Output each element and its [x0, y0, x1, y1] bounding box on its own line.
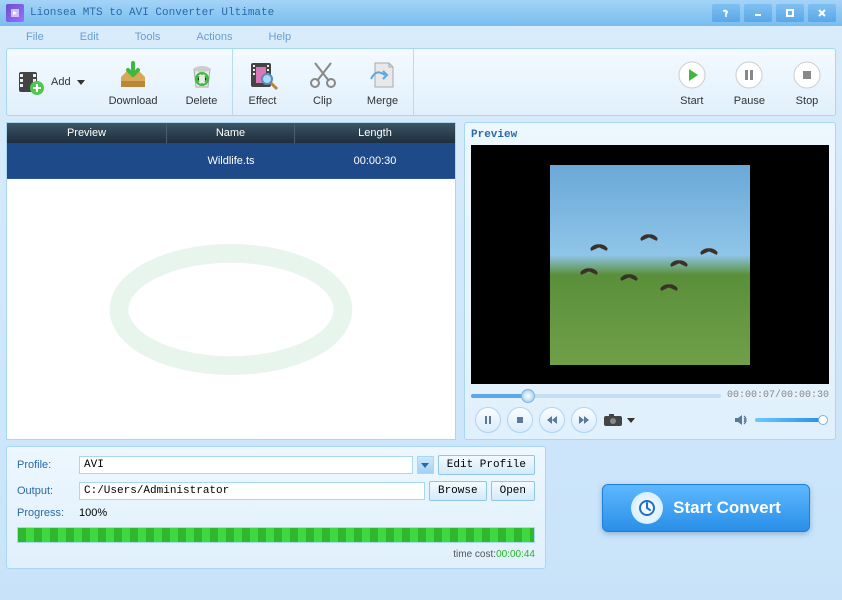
profile-label: Profile:: [17, 459, 75, 471]
list-header: Preview Name Length: [7, 123, 455, 143]
stop-button[interactable]: Stop: [779, 49, 835, 115]
convert-icon: [631, 492, 663, 524]
delete-label: Delete: [186, 95, 218, 107]
effect-label: Effect: [249, 95, 277, 107]
file-thumbnail: [7, 143, 167, 178]
profile-input[interactable]: [79, 456, 413, 474]
media-pause-button[interactable]: [475, 407, 501, 433]
add-icon: [17, 68, 45, 96]
menu-edit[interactable]: Edit: [80, 31, 99, 43]
output-label: Output:: [17, 485, 75, 497]
app-icon: [6, 4, 24, 22]
file-list: Preview Name Length Wildlife.ts 00:00:30: [6, 122, 456, 440]
play-icon: [678, 57, 706, 93]
merge-icon: [367, 57, 399, 93]
maximize-button[interactable]: [776, 4, 804, 22]
download-button[interactable]: Download: [95, 49, 172, 115]
title-bar: Lionsea MTS to AVI Converter Ultimate: [0, 0, 842, 26]
seek-slider[interactable]: [471, 394, 721, 398]
snapshot-button[interactable]: [603, 413, 635, 427]
col-name-header[interactable]: Name: [167, 123, 295, 143]
volume-icon[interactable]: [733, 412, 749, 428]
clip-label: Clip: [313, 95, 332, 107]
pause-label: Pause: [734, 95, 765, 107]
window-title: Lionsea MTS to AVI Converter Ultimate: [30, 7, 712, 19]
video-frame: [550, 165, 750, 365]
start-convert-label: Start Convert: [673, 498, 781, 518]
download-icon: [117, 57, 149, 93]
media-prev-button[interactable]: [539, 407, 565, 433]
dropdown-caret-icon: [77, 80, 85, 85]
camera-icon: [603, 413, 623, 427]
file-row[interactable]: Wildlife.ts 00:00:30: [7, 143, 455, 179]
download-label: Download: [109, 95, 158, 107]
delete-button[interactable]: Delete: [172, 49, 232, 115]
close-button[interactable]: [808, 4, 836, 22]
start-convert-button[interactable]: Start Convert: [602, 484, 810, 532]
minimize-button[interactable]: [744, 4, 772, 22]
effect-icon: [247, 57, 279, 93]
file-name: Wildlife.ts: [167, 143, 295, 178]
browse-button[interactable]: Browse: [429, 481, 487, 501]
stop-label: Stop: [796, 95, 819, 107]
media-next-button[interactable]: [571, 407, 597, 433]
progress-fill: [18, 528, 534, 542]
preview-video[interactable]: [471, 145, 829, 384]
merge-button[interactable]: Merge: [353, 49, 413, 115]
menu-bar: File Edit Tools Actions Help: [0, 26, 842, 48]
profile-dropdown-button[interactable]: [417, 456, 434, 474]
start-label: Start: [680, 95, 703, 107]
col-preview-header[interactable]: Preview: [7, 123, 167, 143]
menu-tools[interactable]: Tools: [135, 31, 161, 43]
help-button[interactable]: [712, 4, 740, 22]
add-button[interactable]: Add: [7, 49, 95, 115]
time-cost-value: 00:00:44: [496, 549, 535, 560]
time-cost-label: time cost:: [453, 549, 496, 560]
stop-icon: [793, 57, 821, 93]
menu-help[interactable]: Help: [268, 31, 291, 43]
col-length-header[interactable]: Length: [295, 123, 455, 143]
time-display: 00:00:07/00:00:30: [727, 390, 829, 401]
progress-label: Progress:: [17, 507, 75, 519]
media-stop-button[interactable]: [507, 407, 533, 433]
toolbar: Add Download Delete Effect Clip Merge St…: [6, 48, 836, 116]
edit-profile-button[interactable]: Edit Profile: [438, 455, 535, 475]
volume-slider[interactable]: [755, 418, 825, 422]
effect-button[interactable]: Effect: [233, 49, 293, 115]
pause-icon: [735, 57, 763, 93]
progress-value: 100%: [79, 507, 107, 519]
snapshot-caret-icon: [627, 418, 635, 423]
clip-icon: [307, 57, 339, 93]
output-input[interactable]: [79, 482, 425, 500]
start-button[interactable]: Start: [664, 49, 720, 115]
volume-thumb[interactable]: [818, 415, 828, 425]
seek-thumb[interactable]: [521, 389, 535, 403]
menu-actions[interactable]: Actions: [196, 31, 232, 43]
merge-label: Merge: [367, 95, 398, 107]
add-label: Add: [51, 76, 71, 88]
list-empty-area: [7, 179, 455, 439]
preview-panel: Preview 00:00:07/00:00:30: [464, 122, 836, 440]
menu-file[interactable]: File: [26, 31, 44, 43]
file-length: 00:00:30: [295, 143, 455, 178]
pause-button[interactable]: Pause: [720, 49, 779, 115]
output-settings-panel: Profile: Edit Profile Output: Browse Ope…: [6, 446, 546, 569]
clip-button[interactable]: Clip: [293, 49, 353, 115]
delete-icon: [186, 57, 218, 93]
progress-bar: [17, 527, 535, 543]
open-button[interactable]: Open: [491, 481, 535, 501]
preview-title: Preview: [471, 129, 829, 141]
